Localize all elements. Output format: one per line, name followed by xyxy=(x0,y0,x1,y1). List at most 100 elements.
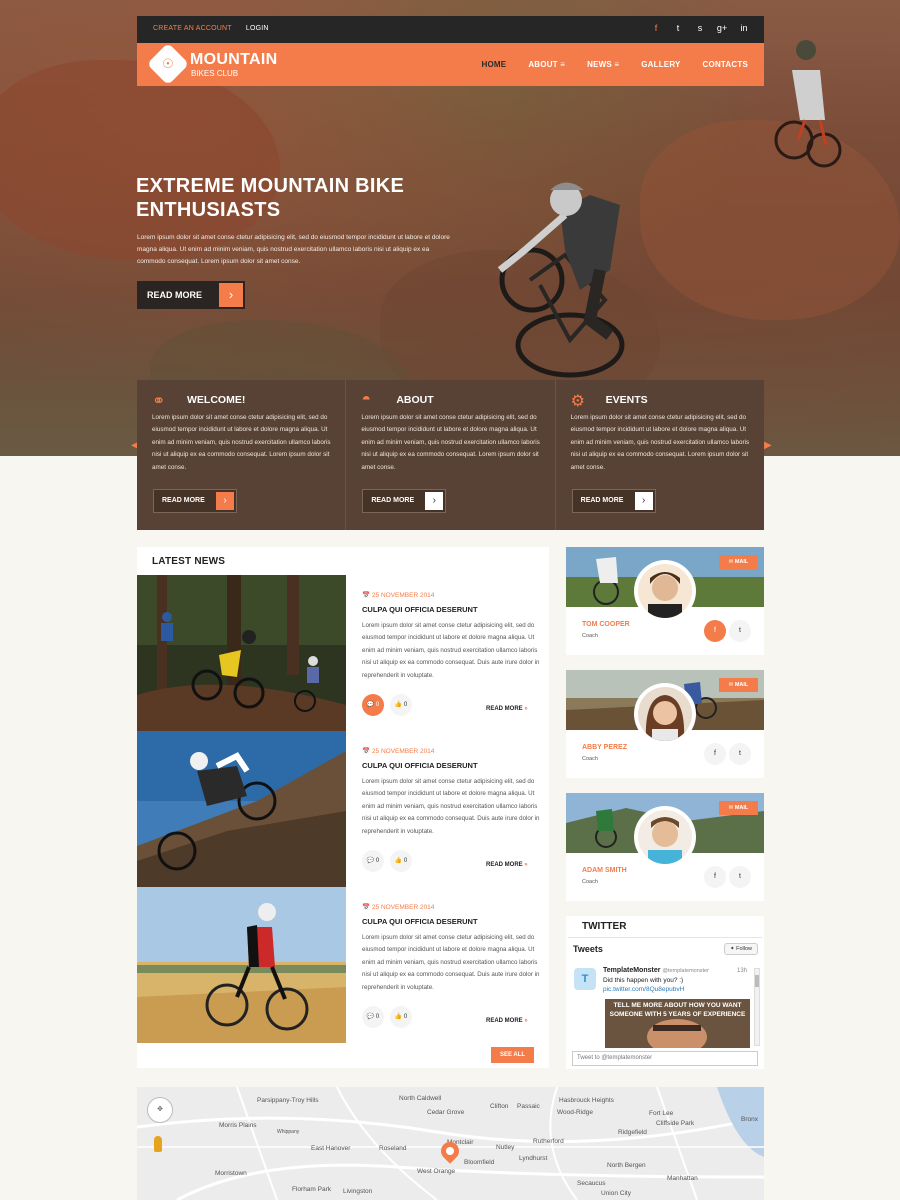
comment-count: 0 xyxy=(375,1014,380,1020)
facebook-icon[interactable]: f xyxy=(704,866,726,888)
mail-button[interactable]: ✉ MAIL xyxy=(719,801,758,815)
map-label: Florham Park xyxy=(292,1186,332,1193)
nav-contacts[interactable]: CONTACTS xyxy=(703,60,748,69)
hero-title-line: EXTREME MOUNTAIN BIKE xyxy=(136,175,405,197)
tweet-avatar[interactable]: T xyxy=(574,968,596,990)
mail-icon: ✉ xyxy=(728,559,734,565)
speedometer-icon: ◓ xyxy=(361,391,371,408)
news-image-forest-riders[interactable] xyxy=(137,575,346,731)
twitter-icon[interactable]: t xyxy=(672,23,684,33)
brand-subtitle: BIKES CLUB xyxy=(191,69,239,78)
nav-gallery[interactable]: GALLERY xyxy=(641,60,680,69)
like-count-button[interactable]: 👍 0 xyxy=(390,694,412,716)
twitter-heading: TWITTER xyxy=(582,921,627,932)
feature-welcome: ⚭ WELCOME! Lorem ipsum dolor sit amet co… xyxy=(137,380,347,530)
facebook-icon[interactable]: f xyxy=(704,620,726,642)
news-title[interactable]: CULPA QUI OFFICIA DESERUNT xyxy=(362,761,478,770)
chevron-right-icon: › xyxy=(219,283,243,307)
follow-button[interactable]: ✦ Follow xyxy=(724,943,758,955)
comment-count: 0 xyxy=(375,702,380,708)
tweet-message: Did this happen with you? :) xyxy=(603,977,684,984)
twitter-icon[interactable]: t xyxy=(729,866,751,888)
hero-rock-texture xyxy=(0,60,280,260)
news-read-more-link[interactable]: READ MORE » xyxy=(486,706,528,712)
facebook-icon[interactable]: f xyxy=(650,23,662,33)
tweet-image[interactable]: TELL ME MORE ABOUT HOW YOU WANT SOMEONE … xyxy=(605,999,750,1048)
skype-icon[interactable]: s xyxy=(694,23,706,33)
hero-read-more-button[interactable]: READ MORE › xyxy=(137,281,245,309)
mail-button[interactable]: ✉ MAIL xyxy=(719,678,758,692)
comment-count-button[interactable]: 💬 0 xyxy=(362,1006,384,1028)
coach-name[interactable]: ABBY PEREZ xyxy=(582,744,627,751)
like-count-button[interactable]: 👍 0 xyxy=(390,850,412,872)
twitter-icon[interactable]: t xyxy=(729,620,751,642)
coach-card: ✉ MAIL TOM COOPER Coach f t xyxy=(566,547,764,655)
tweet-input[interactable]: Tweet to @templatemonster xyxy=(572,1051,758,1066)
coach-role: Coach xyxy=(582,756,598,762)
news-title[interactable]: CULPA QUI OFFICIA DESERUNT xyxy=(362,917,478,926)
news-image-jump-rider[interactable] xyxy=(137,731,346,887)
news-title[interactable]: CULPA QUI OFFICIA DESERUNT xyxy=(362,605,478,614)
follow-label: Follow xyxy=(736,946,753,952)
nav-about-label: ABOUT xyxy=(528,60,558,69)
facebook-icon[interactable]: f xyxy=(704,743,726,765)
feature-read-more-button[interactable]: READ MORE › xyxy=(571,489,656,513)
avatar xyxy=(634,683,696,745)
bike-icon: ☉ xyxy=(162,56,174,71)
nav-news[interactable]: NEWS ≡ xyxy=(587,60,619,69)
news-image-field-rider[interactable] xyxy=(137,887,346,1043)
like-count: 0 xyxy=(403,1014,408,1020)
mail-button[interactable]: ✉ MAIL xyxy=(719,555,758,569)
map-pan-control-icon[interactable]: ✥ xyxy=(147,1097,173,1123)
map-label: Union City xyxy=(601,1190,631,1197)
slider-next-icon[interactable]: ▶ xyxy=(764,440,772,451)
map-label: Rutherford xyxy=(533,1138,564,1145)
map-label: Morris Plains xyxy=(219,1122,257,1129)
create-account-link[interactable]: CREATE AN ACCOUNT xyxy=(153,25,232,32)
feature-title: ABOUT xyxy=(396,394,434,406)
linkedin-icon[interactable]: in xyxy=(738,23,750,33)
feature-read-more-button[interactable]: READ MORE › xyxy=(153,489,237,513)
top-bar: CREATE AN ACCOUNT LOGIN f t s g+ in xyxy=(137,16,764,43)
feature-text: Lorem ipsum dolor sit amet conse ctetur … xyxy=(570,414,750,471)
nav-about[interactable]: ABOUT ≡ xyxy=(528,60,565,69)
news-body: Lorem ipsum dolor sit amet conse ctetur … xyxy=(362,934,540,991)
nav-home[interactable]: HOME xyxy=(482,60,507,69)
feature-read-more-label: READ MORE xyxy=(162,497,205,504)
google-plus-icon[interactable]: g+ xyxy=(716,23,728,33)
tweet-user[interactable]: TemplateMonster @templatemonster xyxy=(603,967,709,974)
see-all-button[interactable]: SEE ALL xyxy=(491,1047,534,1063)
like-count: 0 xyxy=(403,702,408,708)
location-map[interactable]: Parsippany-Troy Hills North Caldwell Cli… xyxy=(137,1087,764,1200)
news-read-more-link[interactable]: READ MORE » xyxy=(486,862,528,868)
coach-name[interactable]: ADAM SMITH xyxy=(582,867,627,874)
feature-read-more-button[interactable]: READ MORE › xyxy=(362,489,447,513)
latest-news-heading: LATEST NEWS xyxy=(152,556,226,567)
street-view-pegman-icon[interactable] xyxy=(154,1136,162,1152)
mail-label: MAIL xyxy=(734,805,749,811)
hero-title-line: ENTHUSIASTS xyxy=(136,199,281,221)
cyclist-illustration xyxy=(497,182,625,378)
scrollbar[interactable] xyxy=(754,968,760,1046)
map-label: Morristown xyxy=(215,1170,247,1177)
news-post: 📅 25 NOVEMBER 2014 CULPA QUI OFFICIA DES… xyxy=(137,575,549,731)
chevron-right-icon: › xyxy=(425,492,444,510)
map-label: Clifton xyxy=(490,1103,509,1110)
news-read-more-label: READ MORE xyxy=(486,862,523,868)
coach-name[interactable]: TOM COOPER xyxy=(582,621,630,628)
tweet-link[interactable]: pic.twitter.com/8Qu8epubvH xyxy=(603,986,684,993)
map-label: Cedar Grove xyxy=(427,1109,465,1116)
twitter-icon[interactable]: t xyxy=(729,743,751,765)
latest-news-panel: LATEST NEWS 📅 25 NOVEMBER 2014 CULPA QUI… xyxy=(137,547,549,1068)
features-band: ⚭ WELCOME! Lorem ipsum dolor sit amet co… xyxy=(137,380,764,530)
hero-read-more-label: READ MORE xyxy=(147,290,203,300)
meme-text: TELL ME MORE ABOUT HOW YOU WANT xyxy=(613,1002,742,1009)
news-read-more-link[interactable]: READ MORE » xyxy=(486,1018,528,1024)
comment-count-button[interactable]: 💬 0 xyxy=(362,694,384,716)
login-link[interactable]: LOGIN xyxy=(246,25,269,32)
like-count-button[interactable]: 👍 0 xyxy=(390,1006,412,1028)
account-links: CREATE AN ACCOUNT LOGIN xyxy=(153,25,281,32)
brand-title[interactable]: MOUNTAIN xyxy=(190,51,277,69)
map-label: Fort Lee xyxy=(649,1110,674,1117)
comment-count-button[interactable]: 💬 0 xyxy=(362,850,384,872)
